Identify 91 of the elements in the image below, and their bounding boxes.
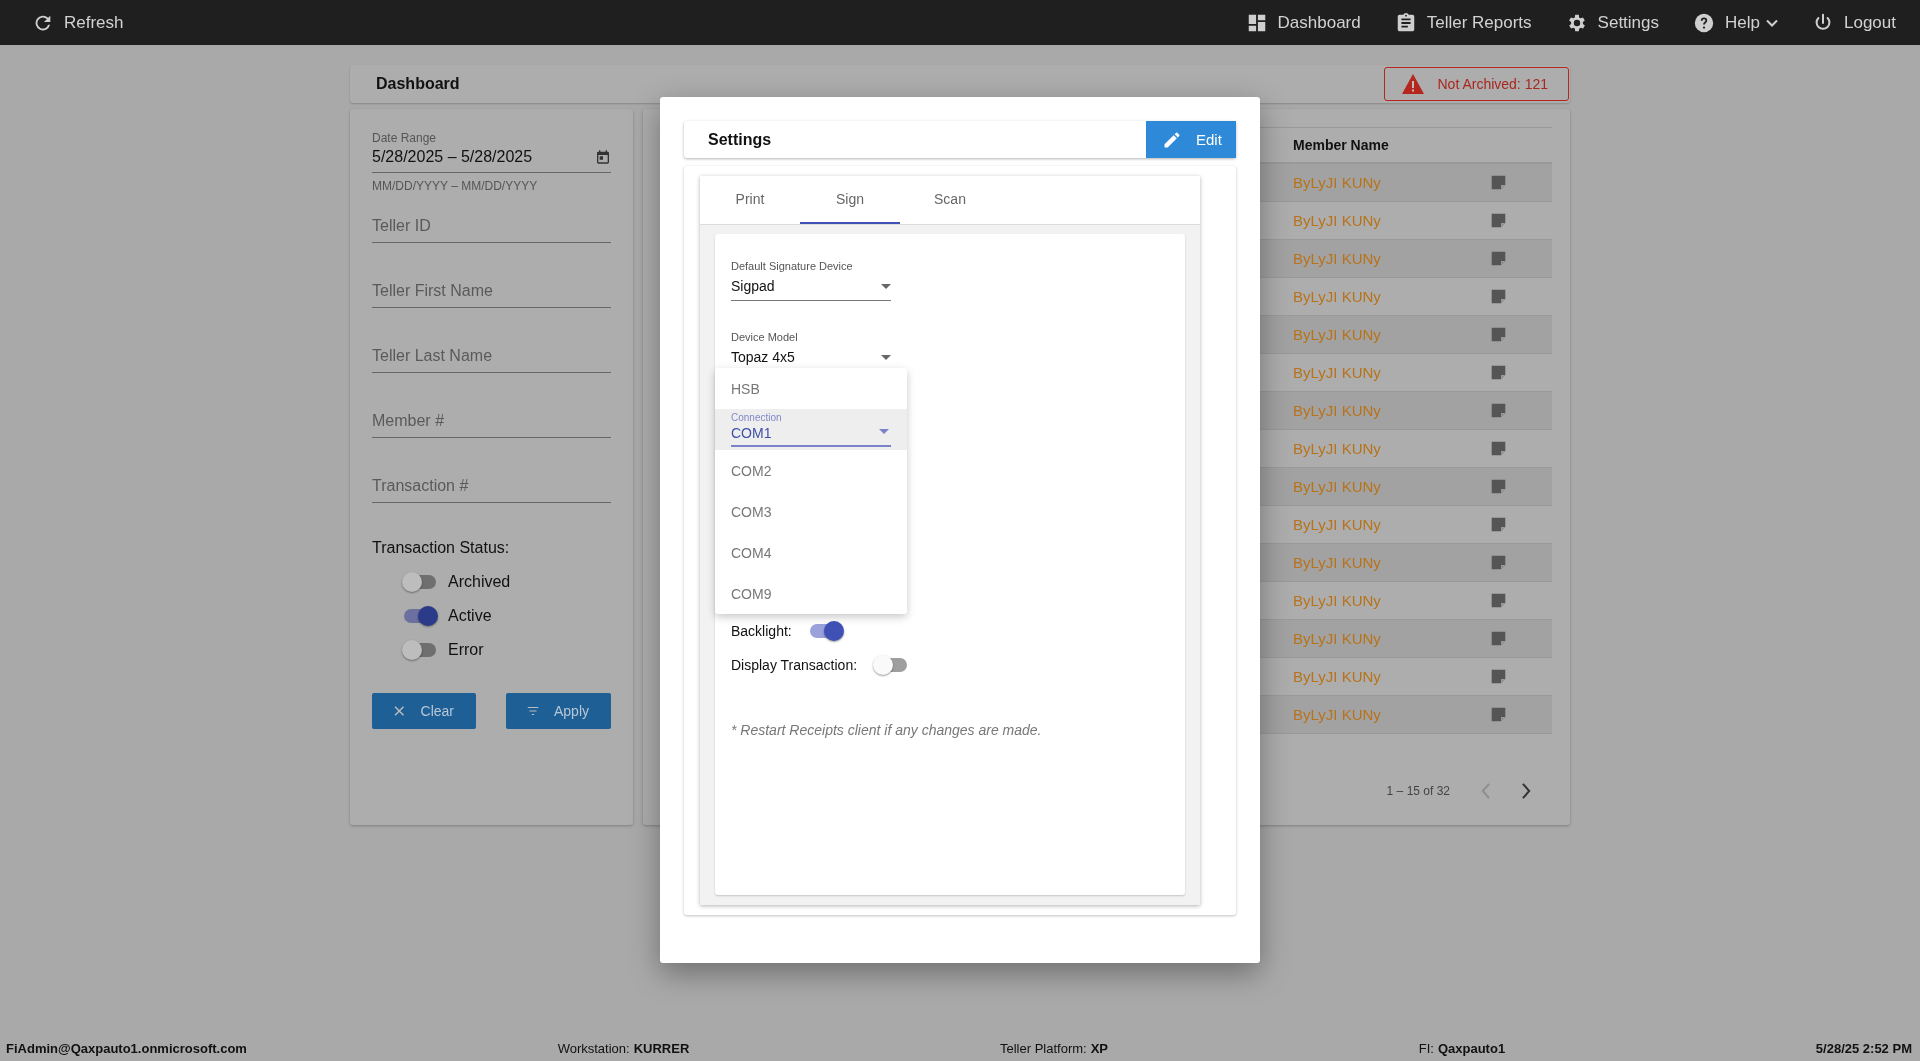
input-field[interactable]: Teller First Name: [372, 276, 611, 308]
switch-label: Backlight:: [731, 623, 792, 639]
status-value: KURRER: [633, 1041, 690, 1056]
note-icon[interactable]: [1490, 630, 1507, 647]
toggle-label: Error: [448, 641, 484, 659]
alert-text: Not Archived: 121: [1437, 76, 1548, 92]
edit-button[interactable]: Edit: [1146, 121, 1236, 158]
member-name-cell-text: ByLyJI KUNy: [1293, 706, 1382, 723]
nav-link[interactable]: Logout: [1812, 11, 1896, 34]
status-value: 5/28/25 2:52 PM: [1815, 1041, 1912, 1056]
status-value: XP: [1090, 1041, 1109, 1056]
toggle-label: Archived: [448, 573, 511, 591]
note-icon[interactable]: [1490, 706, 1507, 723]
tab[interactable]: Scan: [900, 176, 1000, 224]
note-icon[interactable]: [1490, 668, 1507, 685]
note-icon[interactable]: [1490, 592, 1507, 609]
menu-item[interactable]: COM3: [715, 491, 907, 532]
member-name-cell-text: ByLyJI KUNy: [1293, 440, 1382, 457]
member-name-cell-text: ByLyJI KUNy: [1293, 592, 1382, 609]
member-name-cell-text: ByLyJI KUNy: [1293, 212, 1382, 229]
pagination-range: 1 – 15 of 32: [1386, 784, 1450, 798]
member-name-cell-text: ByLyJI KUNy: [1293, 554, 1382, 571]
note-icon[interactable]: [1490, 326, 1507, 343]
dialog-title: Settings: [707, 130, 772, 149]
warning-icon: [1401, 73, 1426, 95]
helper-text: MM/DD/YYYY – MM/DD/YYYY: [372, 179, 539, 193]
page-title: Dashboard: [375, 75, 460, 93]
member-name-cell-text: ByLyJI KUNy: [1293, 250, 1382, 267]
toggle-switch[interactable]: [402, 571, 438, 593]
menu-item[interactable]: Connection COM1: [715, 409, 907, 450]
note-icon[interactable]: [1490, 288, 1507, 305]
status-label: Workstation:: [557, 1041, 630, 1056]
note-icon[interactable]: [1490, 478, 1507, 495]
member-name-cell-text: ByLyJI KUNy: [1293, 402, 1382, 419]
switch-label: Display Transaction:: [731, 657, 858, 673]
note-icon[interactable]: [1490, 402, 1507, 419]
note-icon[interactable]: [1490, 364, 1507, 381]
dropdown-arrow-icon: [881, 354, 891, 360]
input-field[interactable]: Teller Last Name: [372, 341, 611, 373]
field-label: Device Model: [731, 331, 799, 343]
filter-button[interactable]: Clear: [372, 693, 476, 729]
status-value: FiAdmin@Qaxpauto1.onmicrosoft.com: [6, 1041, 247, 1056]
note-icon[interactable]: [1490, 174, 1507, 191]
dropdown-arrow-icon: [881, 283, 891, 289]
dropdown-arrow-icon: [879, 429, 889, 434]
status-label: FI:: [1418, 1041, 1434, 1056]
next-page-icon[interactable]: [1521, 782, 1532, 800]
toggle-switch[interactable]: [402, 605, 438, 627]
field-label: Default Signature Device: [731, 260, 854, 272]
tab[interactable]: Print: [700, 176, 800, 224]
column-header: Member Name: [1293, 137, 1390, 153]
toggle-label: Active: [448, 607, 492, 625]
note-icon[interactable]: [1490, 554, 1507, 571]
menu-item[interactable]: COM9: [715, 573, 907, 614]
note-icon[interactable]: [1490, 440, 1507, 457]
member-name-cell-text: ByLyJI KUNy: [1293, 478, 1382, 495]
input-field[interactable]: Transaction #: [372, 471, 611, 503]
status-label: Teller Platform:: [1000, 1041, 1087, 1056]
member-name-cell-text: ByLyJI KUNy: [1293, 630, 1382, 647]
nav-link[interactable]: Help: [1693, 11, 1778, 34]
nav-link[interactable]: Teller Reports: [1394, 11, 1532, 34]
note-icon[interactable]: [1490, 516, 1507, 533]
member-name-cell-text: ByLyJI KUNy: [1293, 668, 1382, 685]
section-label: Transaction Status:: [372, 539, 511, 557]
calendar-icon[interactable]: [595, 149, 611, 165]
nav-link[interactable]: Settings: [1565, 11, 1660, 34]
toggle-switch[interactable]: [402, 639, 438, 661]
nav-link[interactable]: Dashboard: [1245, 11, 1361, 34]
help-icon: [1693, 11, 1716, 34]
input-field[interactable]: Member #: [372, 406, 611, 438]
select-field[interactable]: Sigpad: [731, 272, 891, 301]
member-name-cell-text: ByLyJI KUNy: [1293, 174, 1382, 191]
note-icon[interactable]: [1490, 212, 1507, 229]
field-label: Connection: [731, 412, 782, 423]
chevron-down-icon: [1766, 18, 1778, 27]
member-name-cell-text: ByLyJI KUNy: [1293, 516, 1382, 533]
date-range-input[interactable]: 5/28/2025 – 5/28/2025: [372, 148, 595, 166]
restart-note: * Restart Receipts client if any changes are made.: [731, 722, 1043, 738]
field-label: Date Range: [372, 131, 438, 145]
member-name-cell-text: ByLyJI KUNy: [1293, 364, 1382, 381]
refresh-button[interactable]: Refresh: [32, 11, 124, 34]
member-name-cell-text: ByLyJI KUNy: [1293, 326, 1382, 343]
member-name-cell-text: ByLyJI KUNy: [1293, 288, 1382, 305]
menu-item[interactable]: COM4: [715, 532, 907, 573]
tab[interactable]: Sign: [800, 176, 900, 224]
filter-button[interactable]: Apply: [506, 693, 611, 729]
option-text: COM1: [731, 423, 891, 447]
menu-item[interactable]: COM2: [715, 450, 907, 491]
input-field[interactable]: Teller ID: [372, 211, 611, 243]
note-icon[interactable]: [1490, 250, 1507, 267]
status-value: Qaxpauto1: [1437, 1041, 1506, 1056]
